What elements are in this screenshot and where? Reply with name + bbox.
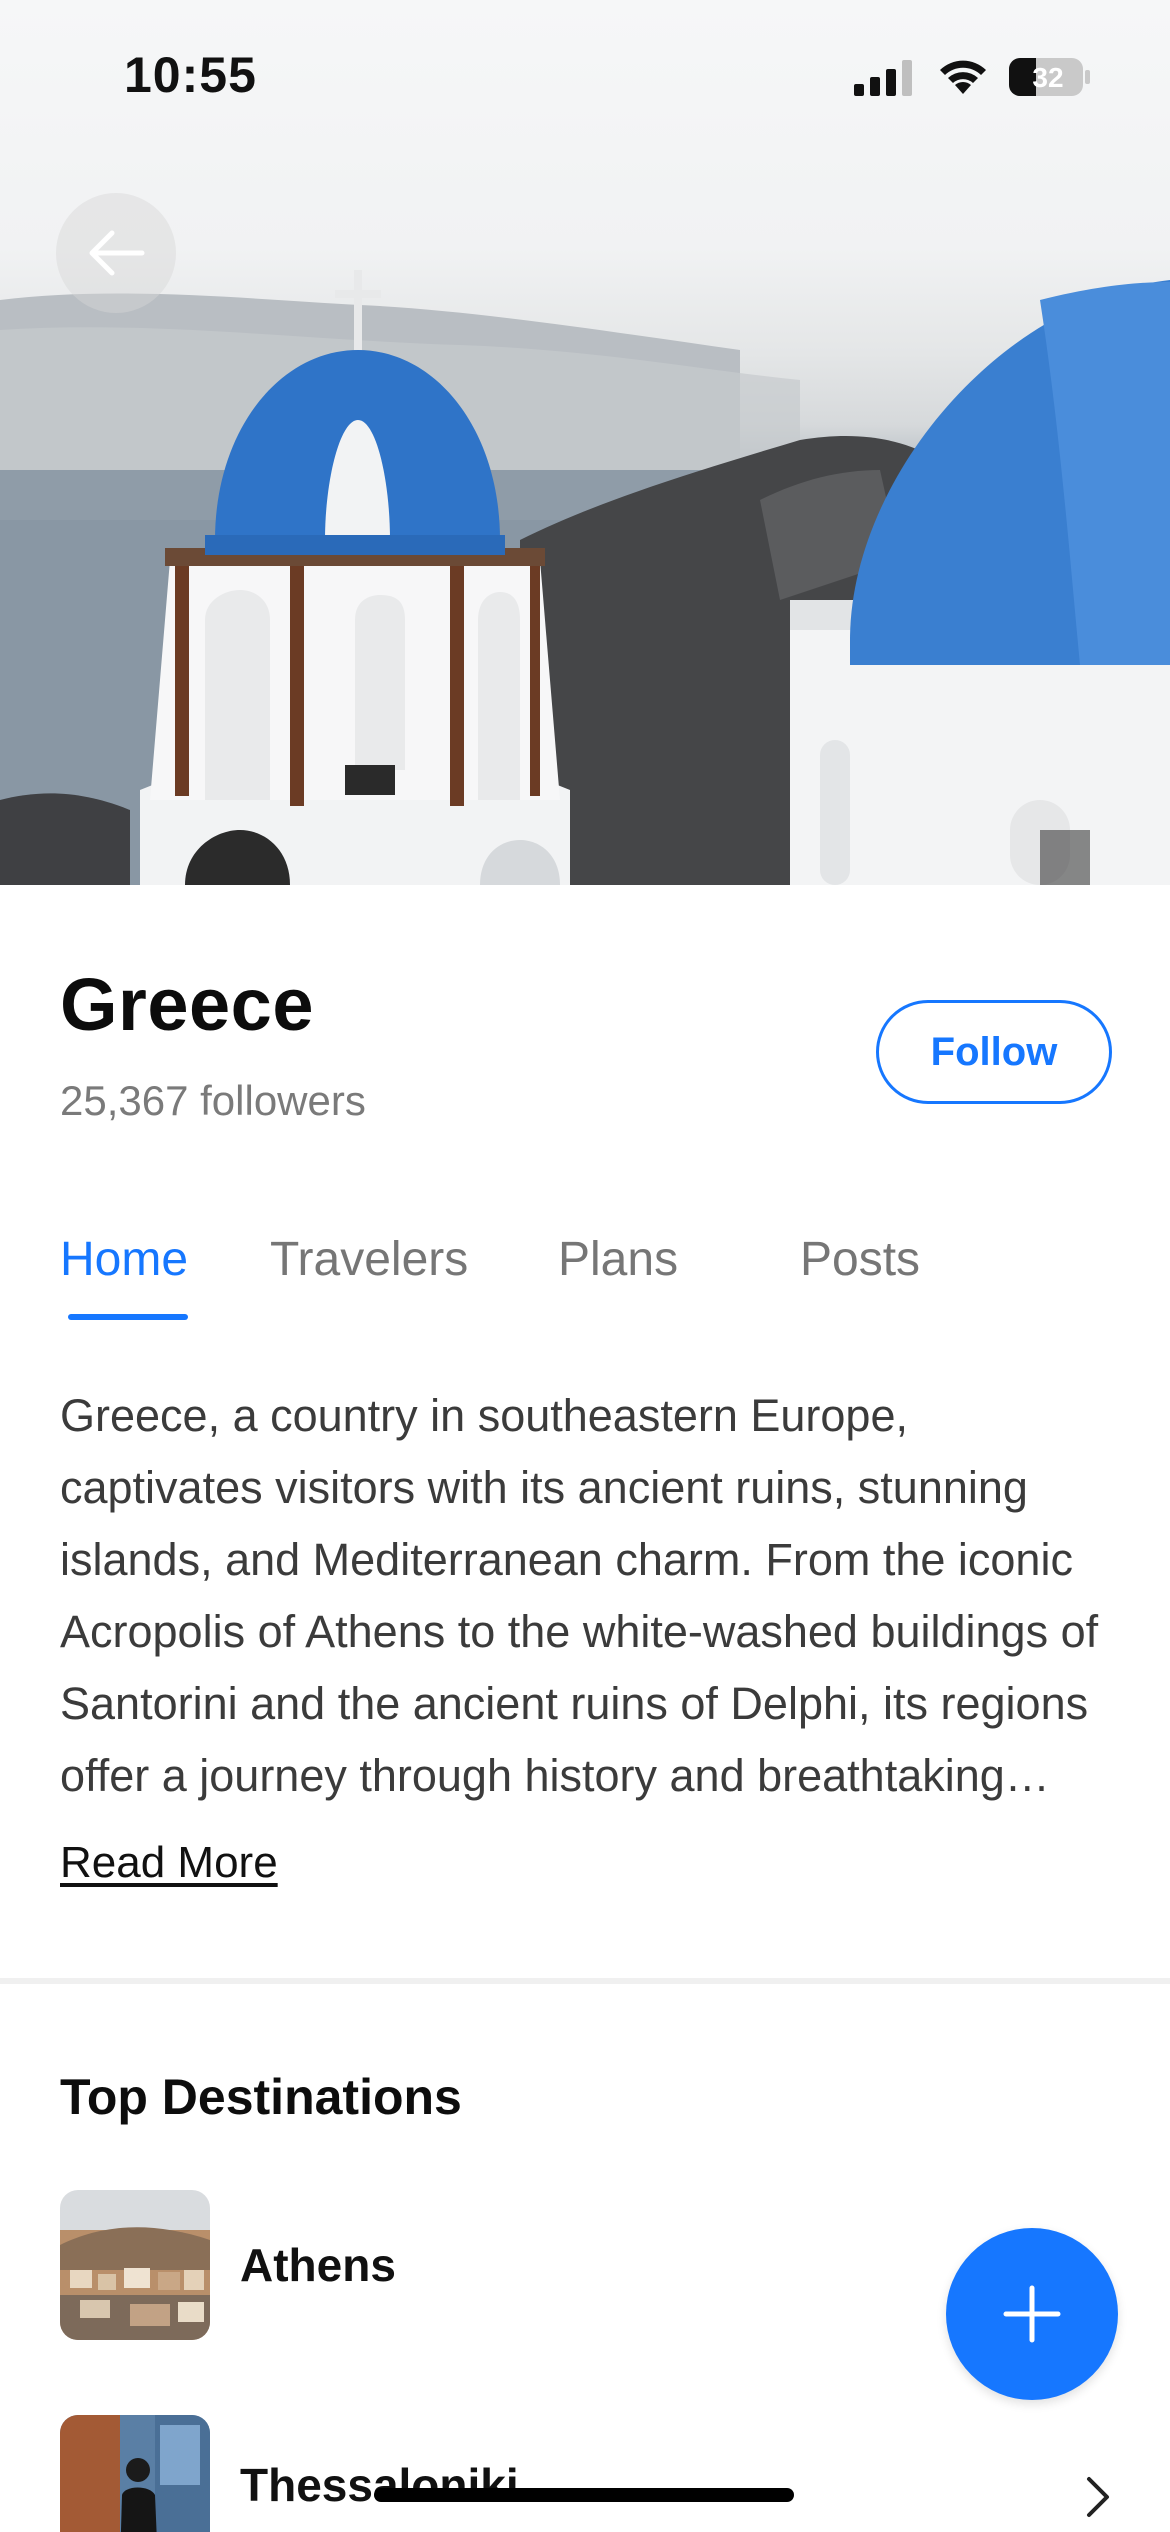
status-bar: 10:55 32 [0,0,1170,150]
tab-posts[interactable]: Posts [800,1232,920,1287]
battery-icon: 32 [1009,58,1090,96]
add-fab-button[interactable] [946,2228,1118,2400]
back-button[interactable] [56,193,176,313]
country-description: Greece, a country in southeastern Europe… [60,1390,1099,1801]
thessaloniki-thumbnail [60,2415,210,2532]
status-time: 10:55 [124,47,257,103]
tab-home[interactable]: Home [60,1232,188,1287]
hero-image: 10:55 32 [0,0,1170,885]
arrow-left-icon [89,230,145,276]
top-destinations-title: Top Destinations [60,2069,462,2125]
page-title: Greece [60,963,314,1046]
athens-thumbnail [60,2190,210,2340]
followers-count: 25,367 followers [60,1077,366,1124]
signal-icon [854,60,912,96]
tab-travelers[interactable]: Travelers [270,1232,468,1287]
destination-page: 10:55 32 Greece 25,367 followers Follow … [0,0,1170,2532]
active-tab-indicator [68,1314,188,1320]
destination-item-thessaloniki[interactable]: Thessaloniki [0,2415,1170,2532]
wifi-icon [940,60,986,94]
destination-name: Thessaloniki [240,2459,519,2511]
chevron-right-icon [1087,2477,1109,2517]
follow-button[interactable]: Follow [876,1000,1112,1104]
plus-icon [1003,2285,1061,2343]
home-indicator [374,2488,794,2502]
tab-plans[interactable]: Plans [558,1232,678,1287]
read-more-link[interactable]: Read More [60,1838,278,1888]
battery-level: 32 [1032,62,1063,93]
section-divider [0,1978,1170,1984]
destination-name: Athens [240,2239,396,2291]
